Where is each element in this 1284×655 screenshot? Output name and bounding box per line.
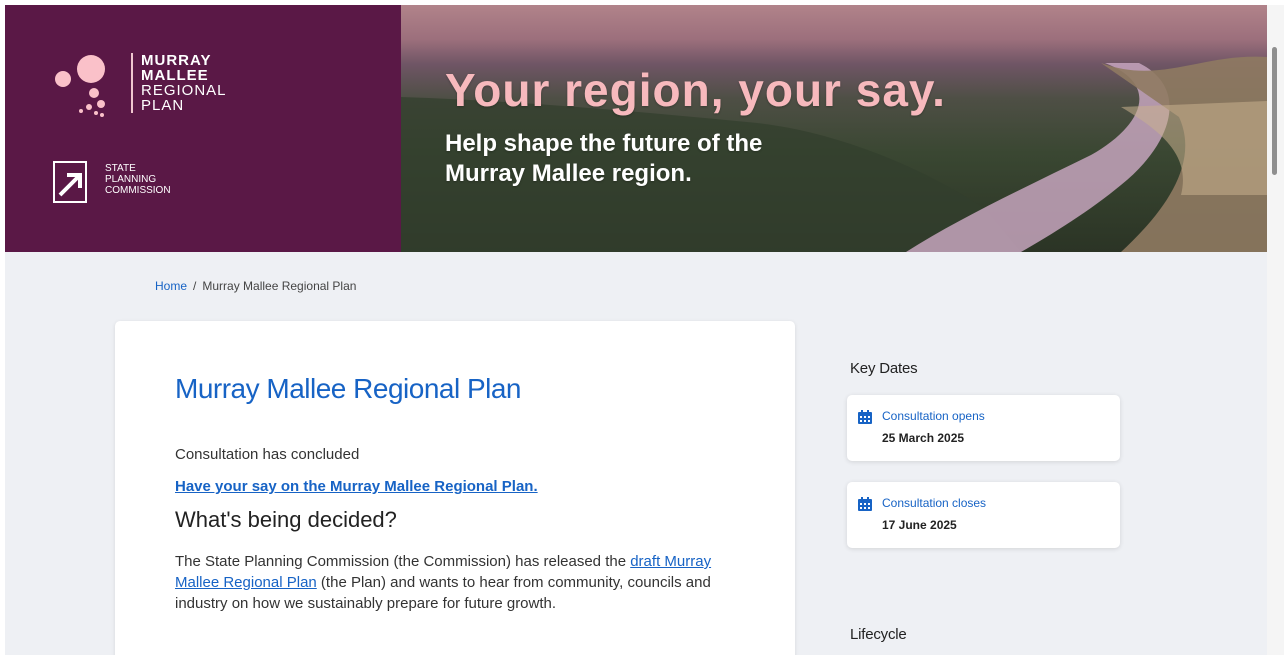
lifecycle-title: Lifecycle [850,626,907,643]
logo-line-mallee: MALLEE [141,67,209,84]
breadcrumb-current: Murray Mallee Regional Plan [202,279,357,293]
hero-subtitle: Help shape the future of the Murray Mall… [445,129,925,189]
spc-wordmark: STATE PLANNING COMMISSION [105,163,171,196]
consultation-status: Consultation has concluded [175,446,360,463]
calendar-icon [858,497,872,511]
state-planning-commission-logo[interactable]: STATE PLANNING COMMISSION [53,161,213,205]
date-label-closes: Consultation closes [882,496,987,510]
scrollbar-thumb[interactable] [1272,47,1277,175]
breadcrumb-separator: / [193,279,197,293]
brand-panel: MURRAY MALLEE REGIONAL PLAN STATE PLANNI… [5,5,401,252]
page: MURRAY MALLEE REGIONAL PLAN STATE PLANNI… [5,5,1267,655]
vertical-scrollbar[interactable] [1267,5,1284,655]
key-dates-title: Key Dates [850,360,918,377]
spc-line-state: STATE [105,163,136,174]
description-paragraph: The State Planning Commission (the Commi… [175,551,735,614]
have-your-say-link[interactable]: Have your say on the Murray Mallee Regio… [175,478,538,495]
hero-image: Your region, your say. Help shape the fu… [401,5,1267,252]
logo-wordmark: MURRAY MALLEE REGIONAL PLAN [131,53,227,113]
date-card-consultation-closes: Consultation closes 17 June 2025 [847,482,1120,548]
description-text-start: The State Planning Commission (the Commi… [175,553,631,570]
date-card-consultation-opens: Consultation opens 25 March 2025 [847,395,1120,461]
date-value-opens: 25 March 2025 [882,431,965,445]
logo-line-regional: REGIONAL [141,82,227,99]
logo-line-murray: MURRAY [141,52,212,69]
murray-mallee-logo[interactable]: MURRAY MALLEE REGIONAL PLAN [53,53,243,123]
date-label-opens: Consultation opens [882,409,985,423]
section-heading: What's being decided? [175,507,397,532]
page-title: Murray Mallee Regional Plan [175,373,522,404]
bubbles-logo-icon [55,55,105,117]
breadcrumb: Home / Murray Mallee Regional Plan [155,279,356,293]
date-value-closes: 17 June 2025 [882,518,957,532]
spc-line-commission: COMMISSION [105,185,171,196]
hero-subtitle-line-2: Murray Mallee region. [445,160,692,187]
hero-title: Your region, your say. [445,64,946,116]
hero-subtitle-line-1: Help shape the future of the [445,130,763,157]
header-banner: MURRAY MALLEE REGIONAL PLAN STATE PLANNI… [5,5,1267,252]
breadcrumb-home-link[interactable]: Home [155,279,187,293]
logo-line-plan: PLAN [141,97,185,114]
spc-line-planning: PLANNING [105,174,157,185]
calendar-icon [858,410,872,424]
main-content-card: Murray Mallee Regional Plan Consultation… [115,321,795,655]
spc-arrow-icon [53,161,87,203]
